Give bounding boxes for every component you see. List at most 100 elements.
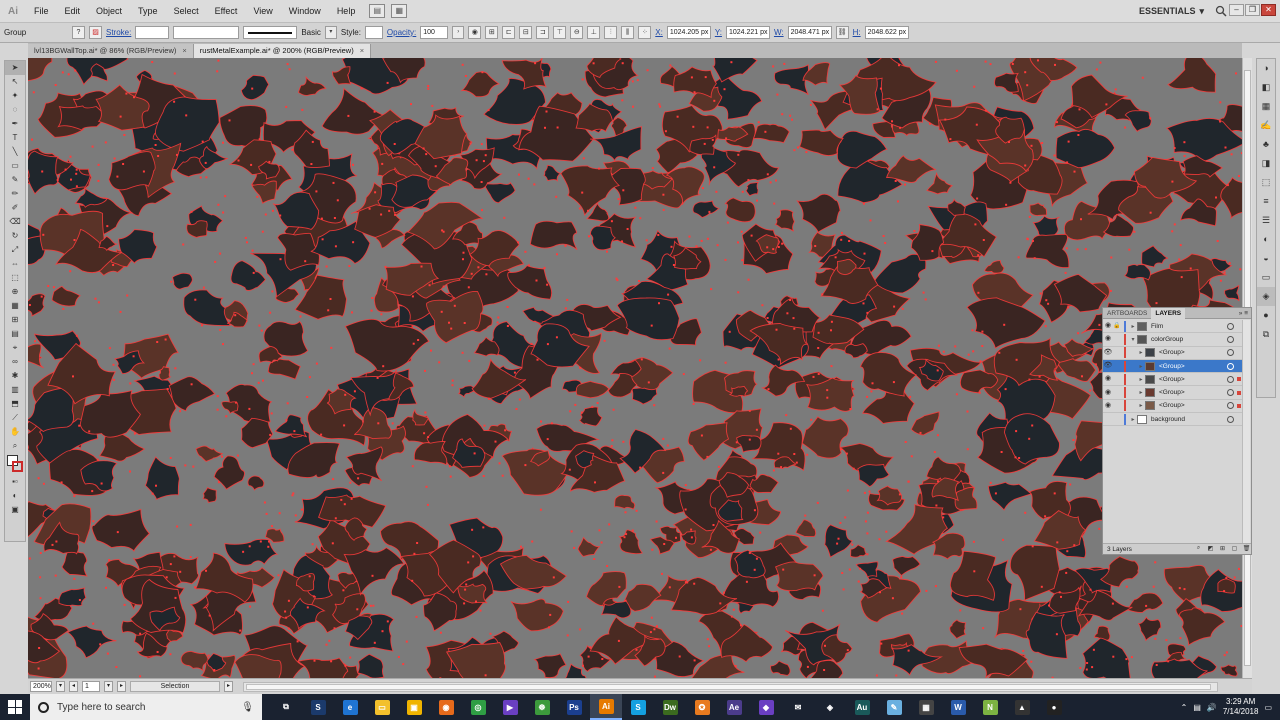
x-field[interactable]: 1024.205 px [666, 26, 711, 39]
taskbar-app-notepad[interactable]: ✎ [878, 694, 910, 720]
rectangle-tool-icon[interactable]: ▭ [5, 159, 25, 173]
draw-mode-icon[interactable]: ◐ [5, 489, 25, 503]
selection-indicator[interactable] [1237, 337, 1241, 341]
layer-name[interactable]: <Group> [1159, 363, 1227, 370]
lock-icon[interactable] [1113, 361, 1121, 371]
target-icon[interactable] [1227, 322, 1234, 330]
artboard-tool-icon[interactable]: ⬒ [5, 397, 25, 411]
align-bottom-icon[interactable]: ⊥ [587, 26, 601, 39]
network-icon[interactable]: ▤ [1193, 703, 1201, 712]
stroke-panel-icon[interactable]: ☰ [1257, 211, 1275, 230]
eraser-tool-icon[interactable]: ⌫ [5, 215, 25, 229]
doc-tab-rust-metal[interactable]: rustMetalExample.ai* @ 200% (RGB/Preview… [193, 44, 372, 58]
artboards-panel-icon[interactable]: ⬚ [1257, 173, 1275, 192]
next-artboard-icon[interactable]: ▸ [117, 681, 126, 692]
fill-stroke-control[interactable] [5, 453, 25, 475]
notifications-icon[interactable]: ▭ [1264, 703, 1272, 712]
taskbar-app-git[interactable]: ☸ [526, 694, 558, 720]
taskbar-app-word[interactable]: W [942, 694, 974, 720]
make-clipping-mask-icon[interactable]: ◩ [1206, 545, 1215, 553]
selection-indicator[interactable] [1237, 364, 1241, 368]
opacity-field[interactable]: 100 [420, 26, 449, 39]
taskbar-app-audition[interactable]: Au [846, 694, 878, 720]
h-field[interactable]: 2048.622 px [864, 26, 909, 39]
search-icon[interactable] [1214, 5, 1228, 17]
paintbrush-tool-icon[interactable]: ✎ [5, 173, 25, 187]
align-top-icon[interactable]: ⊤ [553, 26, 567, 39]
visibility-icon[interactable]: 👁 [1103, 361, 1113, 371]
blend-tool-icon[interactable]: ∞ [5, 355, 25, 369]
menu-help[interactable]: Help [329, 0, 364, 23]
swatches-panel-icon[interactable]: ▦ [1257, 97, 1275, 116]
menu-view[interactable]: View [245, 0, 280, 23]
menu-type[interactable]: Type [130, 0, 166, 23]
perspective-grid-tool-icon[interactable]: ▦ [5, 299, 25, 313]
selection-indicator[interactable] [1237, 324, 1241, 328]
layer-row[interactable]: ▸ background [1103, 413, 1243, 427]
status-readout[interactable]: Selection [130, 681, 220, 692]
constrain-proportions-icon[interactable]: ⛓ [835, 26, 849, 39]
lock-icon[interactable] [1113, 334, 1121, 344]
slice-tool-icon[interactable]: ⟋ [5, 411, 25, 425]
taskbar-app-obs[interactable]: ● [1038, 694, 1070, 720]
layer-name[interactable]: colorGroup [1151, 336, 1227, 343]
layer-name[interactable]: <Group> [1159, 389, 1227, 396]
visibility-icon[interactable] [1103, 414, 1113, 424]
align-vcenter-icon[interactable]: ⊖ [570, 26, 584, 39]
fill-swatch[interactable]: ? [72, 26, 85, 39]
taskbar-search[interactable]: Type here to search 🎙 [30, 694, 262, 720]
microphone-icon[interactable]: 🎙 [241, 702, 254, 713]
chevron-right-icon[interactable]: ▸ [1137, 363, 1145, 370]
artboard-dropdown[interactable]: ▾ [104, 681, 113, 692]
w-field[interactable]: 2048.471 px [787, 26, 832, 39]
selection-indicator[interactable] [1237, 351, 1241, 355]
new-layer-icon[interactable]: ▢ [1230, 545, 1239, 553]
menu-select[interactable]: Select [166, 0, 207, 23]
locate-object-icon[interactable]: ⌕ [1194, 545, 1203, 553]
distribute-h-icon[interactable]: ⫼ [621, 26, 635, 39]
minimize-icon[interactable]: – [1229, 4, 1244, 16]
h-label[interactable]: H: [853, 28, 861, 37]
horizontal-scroll-thumb[interactable] [246, 683, 1211, 690]
scale-tool-icon[interactable]: ⤢ [5, 243, 25, 257]
taskbar-app-illustrator[interactable]: Ai [590, 694, 622, 720]
volume-icon[interactable]: 🔊 [1207, 703, 1217, 712]
appearance-panel-icon[interactable]: ▭ [1257, 268, 1275, 287]
eyedropper-tool-icon[interactable]: ⌖ [5, 341, 25, 355]
variable-width-field[interactable] [173, 26, 240, 39]
direct-selection-tool-icon[interactable]: ↖ [5, 75, 25, 89]
taskbar-app-skype[interactable]: S [622, 694, 654, 720]
pathfinder-panel-icon[interactable]: ● [1257, 306, 1275, 325]
taskbar-app-file-explorer[interactable]: ▭ [366, 694, 398, 720]
close-icon[interactable]: × [360, 44, 364, 58]
symbol-sprayer-tool-icon[interactable]: ✱ [5, 369, 25, 383]
stroke-weight-field[interactable] [135, 26, 170, 39]
hand-tool-icon[interactable]: ✋ [5, 425, 25, 439]
taskbar-app-dreamweaver[interactable]: Dw [654, 694, 686, 720]
start-button[interactable] [0, 694, 30, 720]
selection-tool-icon[interactable]: ➤ [5, 61, 25, 75]
stroke-swatch[interactable]: ▨ [89, 26, 102, 39]
chevron-right-icon[interactable]: ▸ [1137, 349, 1145, 356]
target-icon[interactable] [1227, 335, 1234, 343]
doc-tab-wall-top[interactable]: lvl13BGWallTop.ai* @ 86% (RGB/Preview) × [28, 44, 194, 58]
new-sublayer-icon[interactable]: ⊞ [1218, 545, 1227, 553]
rotate-tool-icon[interactable]: ↻ [5, 229, 25, 243]
taskbar-app-store[interactable]: ▣ [398, 694, 430, 720]
color-panel-icon[interactable]: ◑ [1257, 59, 1275, 78]
graphic-styles-icon[interactable]: ◨ [1257, 154, 1275, 173]
taskbar-app-edge[interactable]: e [334, 694, 366, 720]
selection-indicator[interactable] [1237, 403, 1241, 408]
x-label[interactable]: X: [655, 28, 663, 37]
layer-row[interactable]: ◉ 🔒 ▸ Film [1103, 320, 1243, 334]
lasso-tool-icon[interactable]: ◌ [5, 103, 25, 117]
brush-dropdown[interactable]: ▾ [324, 26, 337, 39]
restore-icon[interactable]: ❐ [1245, 4, 1260, 16]
distribute-icon[interactable]: ⫶ [604, 26, 618, 39]
clock[interactable]: 3:29 AM 7/14/2018 [1223, 697, 1259, 717]
gradient-tool-icon[interactable]: ▤ [5, 327, 25, 341]
tab-artboards[interactable]: ARTBOARDS [1103, 308, 1151, 319]
y-label[interactable]: Y: [715, 28, 722, 37]
target-icon[interactable] [1227, 362, 1234, 370]
chevron-down-icon[interactable]: ▾ [1129, 336, 1137, 343]
